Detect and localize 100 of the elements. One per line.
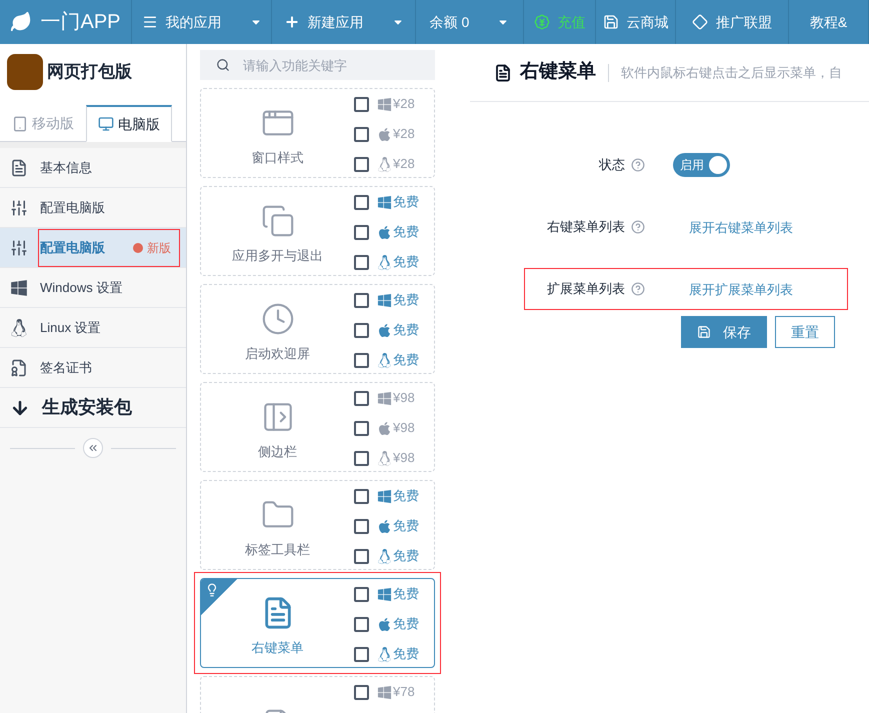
feature-card[interactable]: 启动欢迎屏 免费 免费 免费 (200, 284, 435, 374)
price-label: 免费 (393, 615, 419, 634)
apple-icon (377, 616, 392, 632)
checkbox[interactable] (354, 126, 369, 142)
save-icon (697, 325, 711, 339)
feature-card[interactable]: 标签工具栏 免费 免费 免费 (200, 480, 435, 570)
checkbox[interactable] (354, 420, 369, 436)
search-icon (216, 58, 230, 72)
penguin-icon (377, 352, 392, 368)
checkbox[interactable] (354, 194, 369, 210)
price-label: 免费 (393, 517, 419, 536)
nav-item[interactable]: 云商城 (596, 0, 676, 44)
penguin-icon (377, 548, 392, 564)
price-label: ¥28 (393, 155, 415, 174)
price-label: 免费 (393, 487, 419, 506)
price-label: 免费 (393, 321, 419, 340)
nav-item[interactable]: 教程& (789, 0, 869, 44)
sidebar-item[interactable]: 基本信息 (0, 148, 186, 188)
document-icon (10, 158, 28, 176)
expand-link[interactable]: 展开右键菜单列表 (689, 220, 793, 234)
apple-icon (377, 518, 392, 534)
penguin-icon (377, 450, 392, 466)
windows-icon (377, 96, 392, 112)
feature-card[interactable]: 窗口样式 ¥28 ¥28 ¥28 (200, 88, 435, 178)
help-icon (631, 158, 645, 172)
checkbox[interactable] (354, 684, 369, 700)
checkbox[interactable] (354, 450, 369, 466)
new-version-label: 新版 (147, 240, 171, 256)
page-description: 软件内鼠标右键点击之后显示菜单，自 (621, 64, 842, 82)
sidebar-item[interactable]: 签名证书 (0, 348, 186, 388)
price-label: 免费 (393, 291, 419, 310)
checkbox[interactable] (354, 390, 369, 406)
expand-link[interactable]: 展开扩展菜单列表 (689, 282, 793, 296)
checkbox[interactable] (354, 292, 369, 308)
search-field[interactable]: 请输入功能关键字 (200, 50, 435, 80)
feature-name: 应用多开与退出 (232, 247, 323, 266)
page-title: 右键菜单 (520, 60, 596, 84)
checkbox[interactable] (354, 254, 369, 270)
tab[interactable]: 电脑版 (86, 105, 172, 142)
sidebar-item[interactable]: 生成安装包 (0, 388, 186, 428)
collapse-button[interactable] (83, 438, 103, 458)
checkbox[interactable] (354, 616, 369, 632)
yen-icon (534, 14, 550, 30)
feature-name: 标签工具栏 (245, 541, 310, 560)
reset-button[interactable]: 重置 (775, 316, 835, 348)
sidebar-item[interactable]: Windows 设置 (0, 268, 186, 308)
price-label: 免费 (393, 193, 419, 212)
windows-icon (377, 684, 392, 700)
checkbox[interactable] (354, 322, 369, 338)
field-label: 状态 (599, 156, 625, 174)
checkbox[interactable] (354, 156, 369, 172)
apple-icon (377, 126, 392, 142)
checkbox[interactable] (354, 488, 369, 504)
sliders-icon (10, 238, 28, 256)
tab[interactable]: 移动版 (0, 105, 86, 142)
nav-item[interactable]: 新建应用 (272, 0, 416, 44)
save-button[interactable]: 保存 (681, 316, 767, 348)
plus-icon (284, 14, 300, 30)
apple-icon (377, 224, 392, 240)
checkbox[interactable] (354, 646, 369, 662)
price-label: 免费 (393, 253, 419, 272)
leaf-icon (10, 11, 32, 33)
penguin-icon (377, 156, 392, 172)
penguin-icon (377, 646, 392, 662)
nav-item[interactable]: 推广联盟 (676, 0, 789, 44)
app-name: 网页打包版 (47, 61, 132, 84)
apple-icon (377, 420, 392, 436)
feature-card[interactable]: 侧边栏 ¥98 ¥98 ¥98 (200, 382, 435, 472)
collapse-icon (87, 442, 99, 454)
feature-name: 右键菜单 (252, 639, 304, 658)
price-label: 免费 (393, 645, 419, 664)
checkbox[interactable] (354, 548, 369, 564)
sidebar-item[interactable]: 配置电脑版 新版 (0, 228, 186, 268)
feature-name: 窗口样式 (252, 149, 304, 168)
toggle-switch[interactable]: 启用 (673, 153, 730, 177)
price-label: ¥98 (393, 449, 415, 468)
help-icon (631, 282, 645, 296)
feature-card[interactable]: 右键菜单 免费 免费 免费 (200, 578, 435, 668)
windows-icon (377, 194, 392, 210)
checkbox[interactable] (354, 352, 369, 368)
feature-card[interactable]: ¥78 (200, 676, 435, 713)
windows-icon (377, 292, 392, 308)
feature-card[interactable]: 应用多开与退出 免费 免费 免费 (200, 186, 435, 276)
checkbox[interactable] (354, 586, 369, 602)
save-icon (602, 14, 618, 30)
price-label: 免费 (393, 351, 419, 370)
apple-icon (377, 322, 392, 338)
sidebar-item[interactable]: Linux 设置 (0, 308, 186, 348)
menu-icon (142, 14, 158, 30)
nav-item[interactable]: 充值 (524, 0, 596, 44)
field-label: 右键菜单列表 (547, 218, 625, 236)
checkbox[interactable] (354, 224, 369, 240)
app-icon (7, 54, 43, 90)
penguin-icon (377, 254, 392, 270)
field-label: 扩展菜单列表 (547, 280, 625, 298)
checkbox[interactable] (354, 518, 369, 534)
nav-item[interactable]: 余额 0 (416, 0, 524, 44)
checkbox[interactable] (354, 96, 369, 112)
price-label: ¥78 (393, 683, 415, 702)
windows-icon (10, 278, 28, 296)
